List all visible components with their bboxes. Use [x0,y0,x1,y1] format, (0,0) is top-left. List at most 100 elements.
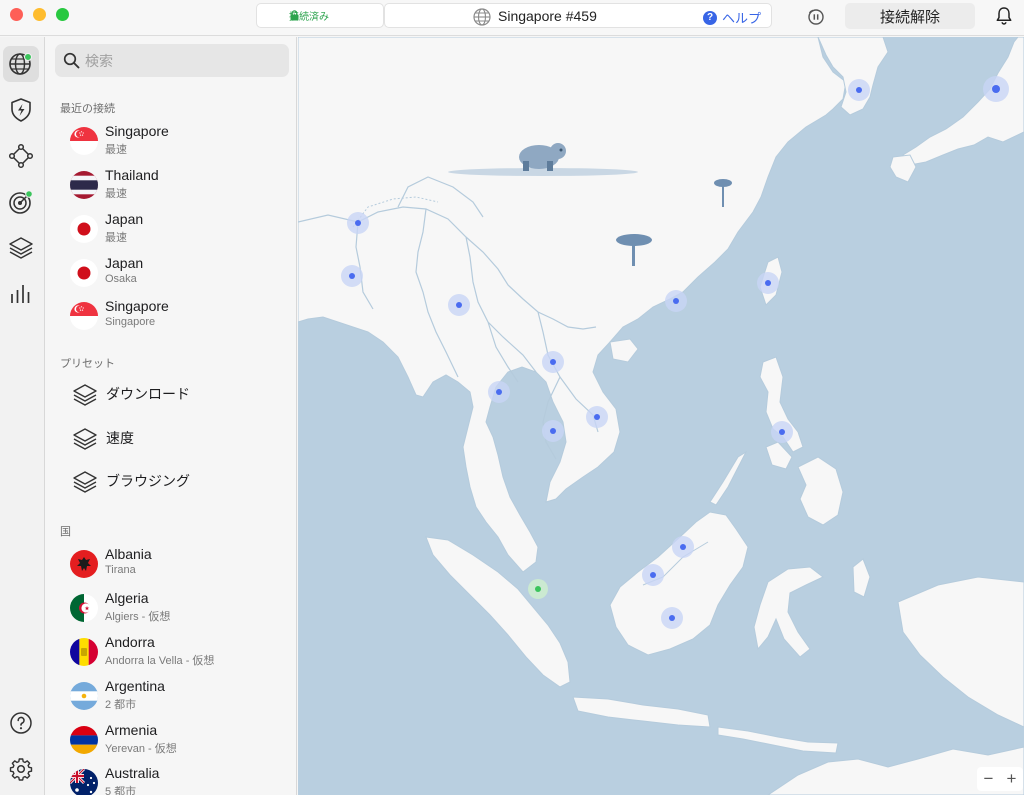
recent-item-title: Singapore [105,123,169,139]
country-item-andorra[interactable]: Andorra Andorra la Vella - 仮想 [70,634,290,674]
country-item-title: Argentina [105,678,165,694]
server-pin[interactable] [771,421,793,443]
zoom-out-button[interactable]: − [977,767,1000,791]
country-item-algeria[interactable]: Algeria Algiers - 仮想 [70,590,290,630]
visayas-land [765,441,793,470]
recent-item-subtitle: Singapore [105,316,156,328]
layers-icon [73,471,97,493]
search-input[interactable] [85,44,275,77]
country-item-subtitle: Andorra la Vella - 仮想 [105,655,215,667]
singapore-flag-icon [70,302,98,330]
nav-vpn-globe[interactable] [3,46,39,82]
server-pin[interactable] [672,536,694,558]
server-pin[interactable] [542,351,564,373]
country-item-subtitle: Tirana [105,564,136,576]
shield-bolt-icon [11,98,31,122]
map-canvas[interactable] [298,37,1024,795]
recent-item-singapore[interactable]: Singapore 最速 [70,123,290,163]
server-pin[interactable] [586,406,608,428]
preset-label: ブラウジング [106,473,190,489]
mindanao-land [797,456,844,526]
minimize-window-button[interactable] [33,8,46,21]
lesser-sunda-land [717,726,839,754]
zoom-window-button[interactable] [56,8,69,21]
server-pin[interactable] [488,381,510,403]
server-pin[interactable] [642,564,664,586]
map-zoom-controls: − + [977,767,1023,791]
search-box[interactable] [55,44,289,77]
andorra-flag-icon [70,638,98,666]
preset-download[interactable]: ダウンロード [70,378,290,410]
server-name: Singapore #459 [498,8,597,24]
recent-connections-heading: 最近の接続 [60,103,115,115]
recent-item-thailand[interactable]: Thailand 最速 [70,167,290,207]
recent-item-title: Japan [105,211,144,227]
nav-threat-protection[interactable] [3,92,39,128]
preset-browsing[interactable]: ブラウジング [70,465,290,497]
sumatra-land [425,536,571,688]
disconnect-button[interactable]: 接続解除 [845,3,975,29]
japan-land [902,37,1024,166]
palawan-land [709,450,748,506]
notification-bell-icon[interactable] [995,6,1013,26]
country-item-title: Andorra [105,634,155,650]
pause-connection-icon[interactable] [805,6,825,26]
current-server[interactable]: Singapore #459 ? ヘルプ [384,3,772,28]
argentina-flag-icon [70,682,98,710]
country-item-title: Australia [105,765,160,781]
hainan-land [609,338,639,363]
mainland-asia-land [298,37,847,573]
server-pin[interactable] [347,212,369,234]
server-pin[interactable] [757,272,779,294]
server-pin[interactable] [848,79,870,101]
help-link[interactable]: ? ヘルプ [703,8,761,27]
nav-presets[interactable] [3,230,39,266]
recent-item-title: Thailand [105,167,159,183]
title-bar: 接続済み Singapore #459 ? ヘルプ 接続解除 [0,0,1024,36]
country-item-albania[interactable]: Albania Tirana [70,546,290,586]
preset-speed[interactable]: 速度 [70,422,290,454]
globe-icon [473,8,491,26]
icon-sidebar [0,37,45,795]
radar-icon [9,190,33,214]
nav-dark-web-monitor[interactable] [3,184,39,220]
country-item-armenia[interactable]: Armenia Yerevan - 仮想 [70,722,290,762]
singapore-flag-icon [70,127,98,155]
zoom-in-button[interactable]: + [1000,767,1023,791]
layers-icon [73,428,97,450]
countries-heading: 国 [60,526,71,538]
server-pin[interactable] [661,607,683,629]
nav-meshnet[interactable] [3,138,39,174]
server-list-panel: 最近の接続 Singapore 最速 Thailand 最速 Japan 最速 … [46,37,297,795]
nav-statistics[interactable] [3,276,39,312]
new-guinea-land [897,576,1024,728]
globe-shield-icon [9,53,32,75]
sulawesi-land [753,566,824,658]
connected-server-pin[interactable] [528,579,548,599]
nav-settings[interactable] [3,751,39,787]
search-icon [63,52,80,69]
recent-item-japan-osaka[interactable]: Japan Osaka [70,255,290,295]
country-item-australia[interactable]: Australia 5 都市 [70,765,290,795]
close-window-button[interactable] [10,8,23,21]
country-item-argentina[interactable]: Argentina 2 都市 [70,678,290,718]
server-pin[interactable] [542,420,564,442]
meshnet-icon [8,143,34,169]
server-map[interactable] [298,37,1024,795]
help-icon: ? [703,10,717,25]
server-pin[interactable] [665,290,687,312]
recent-item-title: Singapore [105,298,169,314]
recent-item-subtitle: Osaka [105,273,137,285]
recent-item-singapore-city[interactable]: Singapore Singapore [70,298,290,338]
server-pin[interactable] [341,265,363,287]
server-pin[interactable] [983,76,1009,102]
nav-help[interactable] [3,705,39,741]
server-pin[interactable] [448,294,470,316]
bar-chart-icon [11,285,30,303]
recent-item-subtitle: 最速 [105,188,127,200]
country-item-subtitle: 5 都市 [105,786,137,795]
thailand-flag-icon [70,171,98,199]
recent-item-title: Japan [105,255,144,271]
recent-item-japan[interactable]: Japan 最速 [70,211,290,251]
help-label: ヘルプ [722,11,762,26]
